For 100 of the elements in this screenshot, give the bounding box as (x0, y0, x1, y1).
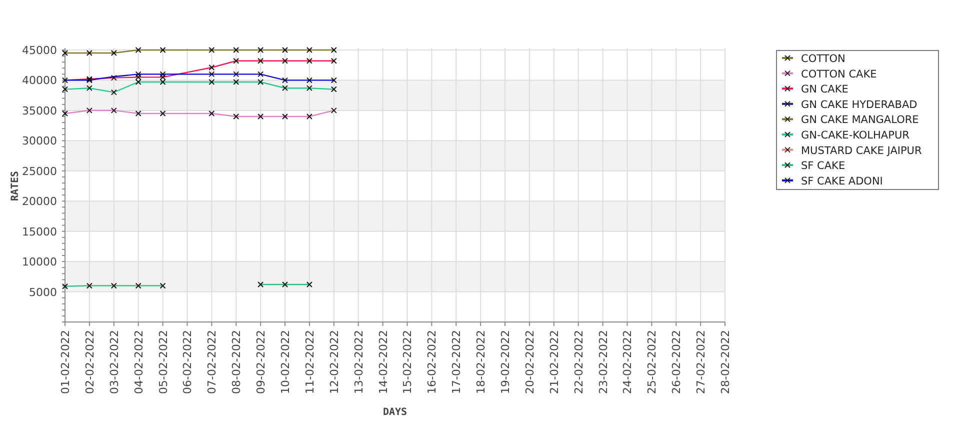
x-tick-label: 06-02-2022 (181, 330, 194, 394)
data-point-marker (282, 85, 288, 92)
x-tick-label: 12-02-2022 (328, 330, 341, 394)
data-point-marker (233, 71, 240, 78)
x-tick-label: 03-02-2022 (108, 330, 121, 394)
data-point-marker (110, 50, 117, 56)
x-tick-label: 24-02-2022 (621, 330, 634, 394)
x-tick-label: 09-02-2022 (254, 330, 268, 394)
x-tick-label: 05-02-2022 (156, 330, 170, 394)
data-point-marker (233, 58, 240, 64)
x-tick-label: 10-02-2022 (279, 330, 292, 394)
x-tick-label: 23-02-2022 (596, 330, 610, 394)
data-point-marker (135, 110, 142, 116)
legend-label: SF CAKE (801, 160, 846, 172)
data-point-marker (282, 58, 288, 64)
data-point-marker (306, 47, 312, 53)
y-tick-label: 20000 (22, 195, 57, 208)
data-point-marker (258, 282, 264, 288)
x-tick-label: 17-02-2022 (450, 330, 464, 394)
x-tick-label: 21-02-2022 (548, 330, 561, 394)
data-point-marker (208, 79, 215, 86)
x-axis-title: DAYS (382, 407, 408, 418)
data-point-marker (233, 79, 240, 86)
data-point-marker (258, 58, 264, 64)
data-point-marker (330, 58, 337, 64)
data-point-marker (86, 282, 92, 289)
y-tick-label: 10000 (22, 256, 57, 269)
x-tick-label: 27-02-2022 (694, 330, 708, 394)
data-point-marker (282, 47, 288, 53)
data-point-marker (160, 47, 166, 53)
data-point-marker (208, 47, 215, 53)
x-tick-label: 14-02-2022 (376, 330, 390, 394)
x-tick-label: 16-02-2022 (426, 330, 439, 394)
data-point-marker (110, 74, 117, 81)
y-tick-label: 25000 (22, 164, 57, 178)
legend-label: COTTON CAKE (801, 68, 877, 80)
x-tick-label: 25-02-2022 (646, 330, 659, 394)
data-point-marker (62, 110, 68, 116)
y-tick-label: 40000 (22, 74, 57, 88)
x-tick-label: 22-02-2022 (572, 330, 586, 394)
x-tick-label: 19-02-2022 (499, 330, 512, 394)
legend-swatch-icon (782, 116, 793, 122)
data-point-marker (62, 86, 68, 92)
data-point-marker (233, 47, 240, 53)
legend-label: GN CAKE HYDERABAD (801, 98, 918, 111)
data-point-marker (330, 107, 337, 114)
legend-label: GN-CAKE-KOLHAPUR (801, 130, 910, 142)
data-point-marker (330, 77, 337, 84)
x-tick-label: 15-02-2022 (401, 330, 414, 394)
legend-label: SF CAKE ADONI (801, 175, 883, 188)
data-point-marker (306, 85, 312, 92)
legend-swatch-icon (782, 177, 793, 184)
x-tick-label: 18-02-2022 (474, 330, 488, 394)
data-point-marker (282, 282, 288, 288)
data-point-marker (208, 110, 215, 116)
x-tick-label: 11-02-2022 (303, 330, 316, 394)
legend-swatch-icon (782, 146, 793, 153)
x-tick-label: 07-02-2022 (206, 330, 219, 394)
x-tick-label: 26-02-2022 (670, 330, 684, 394)
y-tick-label: 30000 (22, 134, 57, 148)
data-point-marker (258, 71, 264, 78)
x-tick-label: 13-02-2022 (352, 330, 366, 394)
x-tick-label: 01-02-2022 (59, 330, 72, 394)
data-point-marker (258, 79, 264, 86)
data-point-marker (110, 107, 117, 114)
x-tick-label: 20-02-2022 (523, 330, 536, 394)
data-point-marker (306, 282, 312, 288)
data-point-marker (110, 89, 117, 96)
x-tick-label: 28-02-2022 (719, 330, 732, 394)
data-point-marker (306, 77, 312, 84)
legend-label: GN CAKE (801, 84, 848, 96)
y-tick-label: 45000 (22, 44, 57, 57)
data-point-marker (160, 110, 166, 116)
data-point-marker (86, 85, 92, 92)
y-tick-label: 5000 (29, 286, 57, 299)
legend-swatch-icon (782, 100, 793, 107)
legend-label: COTTON (801, 53, 846, 65)
data-point-marker (330, 47, 337, 53)
legend-label: GN CAKE MANGALORE (801, 114, 919, 126)
legend-swatch-icon (782, 55, 793, 61)
data-point-marker (135, 47, 142, 53)
data-point-marker (330, 86, 337, 92)
y-axis-title: RATES (10, 170, 21, 202)
data-point-marker (62, 77, 68, 84)
data-point-marker (306, 58, 312, 64)
data-point-marker (62, 50, 68, 56)
data-point-marker (86, 50, 92, 56)
data-point-marker (86, 107, 92, 114)
data-point-marker (282, 77, 288, 84)
y-tick-label: 15000 (22, 225, 57, 238)
legend-swatch-icon (782, 86, 793, 92)
legend-swatch-icon (782, 162, 793, 168)
data-point-marker (258, 114, 264, 120)
x-tick-label: 04-02-2022 (132, 330, 146, 394)
x-tick-label: 02-02-2022 (83, 330, 96, 394)
y-tick-label: 35000 (22, 104, 57, 118)
data-point-marker (258, 47, 264, 53)
data-point-marker (282, 114, 288, 120)
legend-label: MUSTARD CAKE JAIPUR (801, 144, 922, 157)
legend-swatch-icon (782, 132, 793, 138)
